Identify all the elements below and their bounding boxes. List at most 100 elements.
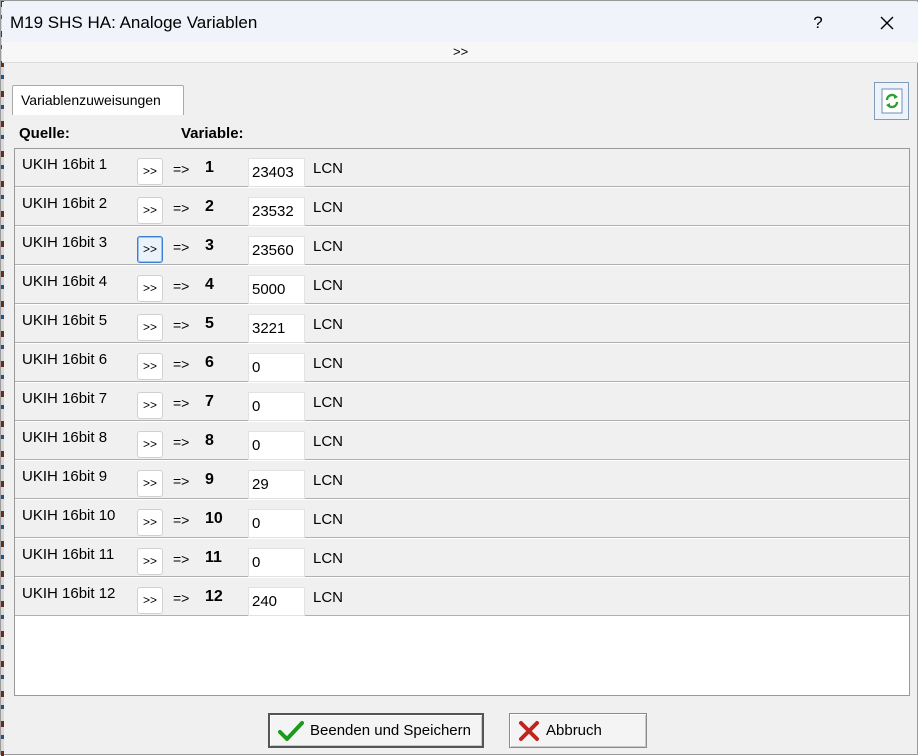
assign-button[interactable]: >>	[137, 548, 163, 575]
row-source-label: UKIH 16bit 12	[22, 585, 116, 602]
row-variable-number: 9	[205, 471, 214, 488]
row-value-field[interactable]: 0	[248, 548, 305, 577]
row-unit-label: LCN	[313, 394, 344, 411]
row-value-field[interactable]: 3221	[248, 314, 305, 343]
assign-button[interactable]: >>	[137, 431, 163, 458]
row-source-label: UKIH 16bit 3	[22, 234, 108, 251]
variable-column-header: Variable:	[181, 125, 244, 142]
table-row: UKIH 16bit 8 >> => 8 0 LCN	[15, 422, 909, 460]
checkmark-icon	[278, 720, 304, 742]
row-unit-label: LCN	[313, 511, 344, 528]
assign-button[interactable]: >>	[137, 275, 163, 302]
row-unit-label: LCN	[313, 277, 344, 294]
row-arrow: =>	[173, 551, 190, 567]
table-row: UKIH 16bit 11 >> => 11 0 LCN	[15, 539, 909, 577]
assign-button[interactable]: >>	[137, 197, 163, 224]
source-column-header: Quelle:	[19, 125, 70, 142]
row-variable-number: 10	[205, 510, 223, 527]
row-variable-number: 2	[205, 198, 214, 215]
table-row: UKIH 16bit 7 >> => 7 0 LCN	[15, 383, 909, 421]
row-arrow: =>	[173, 317, 190, 333]
row-value-field[interactable]: 29	[248, 470, 305, 499]
row-source-label: UKIH 16bit 4	[22, 273, 108, 290]
save-button-label: Beenden und Speichern	[310, 722, 471, 739]
row-arrow: =>	[173, 434, 190, 450]
refresh-button[interactable]	[874, 82, 909, 120]
row-unit-label: LCN	[313, 355, 344, 372]
row-variable-number: 3	[205, 237, 214, 254]
row-variable-number: 4	[205, 276, 214, 293]
row-value-field[interactable]: 240	[248, 587, 305, 616]
table-row: UKIH 16bit 3 >> => 3 23560 LCN	[15, 227, 909, 265]
assign-button[interactable]: >>	[137, 587, 163, 614]
row-source-label: UKIH 16bit 11	[22, 546, 115, 563]
row-source-label: UKIH 16bit 7	[22, 390, 108, 407]
row-unit-label: LCN	[313, 589, 344, 606]
window-title: M19 SHS HA: Analoge Variablen	[10, 13, 258, 32]
row-arrow: =>	[173, 512, 190, 528]
row-source-label: UKIH 16bit 10	[22, 507, 116, 524]
row-source-label: UKIH 16bit 2	[22, 195, 108, 212]
row-value-field[interactable]: 23403	[248, 158, 305, 187]
row-unit-label: LCN	[313, 472, 344, 489]
row-variable-number: 8	[205, 432, 214, 449]
row-source-label: UKIH 16bit 9	[22, 468, 108, 485]
row-variable-number: 1	[205, 159, 214, 176]
table-row: UKIH 16bit 12 >> => 12 240 LCN	[15, 578, 909, 616]
table-row: UKIH 16bit 4 >> => 4 5000 LCN	[15, 266, 909, 304]
row-arrow: =>	[173, 395, 190, 411]
row-unit-label: LCN	[313, 433, 344, 450]
save-and-exit-button[interactable]: Beenden und Speichern	[268, 713, 484, 748]
row-arrow: =>	[173, 590, 190, 606]
assign-button[interactable]: >>	[137, 158, 163, 185]
row-unit-label: LCN	[313, 316, 344, 333]
row-unit-label: LCN	[313, 199, 344, 216]
dialog-window: M19 SHS HA: Analoge Variablen ? >> Varia…	[0, 0, 918, 756]
expand-toggle[interactable]: >>	[453, 44, 468, 59]
table-row: UKIH 16bit 1 >> => 1 23403 LCN	[15, 149, 909, 187]
row-value-field[interactable]: 0	[248, 509, 305, 538]
table-row: UKIH 16bit 5 >> => 5 3221 LCN	[15, 305, 909, 343]
table-row: UKIH 16bit 6 >> => 6 0 LCN	[15, 344, 909, 382]
row-arrow: =>	[173, 161, 190, 177]
close-button[interactable]	[862, 3, 912, 43]
cancel-button[interactable]: Abbruch	[509, 713, 647, 748]
close-icon	[880, 16, 894, 30]
row-value-field[interactable]: 0	[248, 392, 305, 421]
assign-button[interactable]: >>	[137, 236, 163, 263]
row-variable-number: 5	[205, 315, 214, 332]
row-arrow: =>	[173, 239, 190, 255]
row-variable-number: 12	[205, 588, 223, 605]
row-value-field[interactable]: 0	[248, 431, 305, 460]
row-unit-label: LCN	[313, 238, 344, 255]
row-arrow: =>	[173, 278, 190, 294]
row-unit-label: LCN	[313, 160, 344, 177]
assign-button[interactable]: >>	[137, 470, 163, 497]
expand-bar[interactable]: >>	[2, 42, 918, 63]
refresh-icon	[881, 88, 902, 114]
help-button[interactable]: ?	[798, 3, 838, 43]
row-variable-number: 11	[205, 549, 222, 566]
assign-button[interactable]: >>	[137, 314, 163, 341]
row-arrow: =>	[173, 200, 190, 216]
row-value-field[interactable]: 23532	[248, 197, 305, 226]
assign-button[interactable]: >>	[137, 509, 163, 536]
row-variable-number: 6	[205, 354, 214, 371]
assign-button[interactable]: >>	[137, 392, 163, 419]
title-bar[interactable]: M19 SHS HA: Analoge Variablen ?	[2, 2, 918, 42]
row-source-label: UKIH 16bit 8	[22, 429, 108, 446]
row-value-field[interactable]: 23560	[248, 236, 305, 265]
assignment-list: UKIH 16bit 1 >> => 1 23403 LCN UKIH 16bit 2 >> =…	[14, 148, 910, 696]
row-variable-number: 7	[205, 393, 214, 410]
row-source-label: UKIH 16bit 5	[22, 312, 108, 329]
x-icon	[518, 720, 540, 742]
row-source-label: UKIH 16bit 1	[22, 156, 108, 173]
cancel-button-label: Abbruch	[546, 722, 602, 739]
tab-variablenzuweisungen[interactable]: Variablenzuweisungen	[12, 85, 184, 115]
row-value-field[interactable]: 0	[248, 353, 305, 382]
row-unit-label: LCN	[313, 550, 344, 567]
row-value-field[interactable]: 5000	[248, 275, 305, 304]
assign-button[interactable]: >>	[137, 353, 163, 380]
table-row: UKIH 16bit 2 >> => 2 23532 LCN	[15, 188, 909, 226]
table-row: UKIH 16bit 9 >> => 9 29 LCN	[15, 461, 909, 499]
